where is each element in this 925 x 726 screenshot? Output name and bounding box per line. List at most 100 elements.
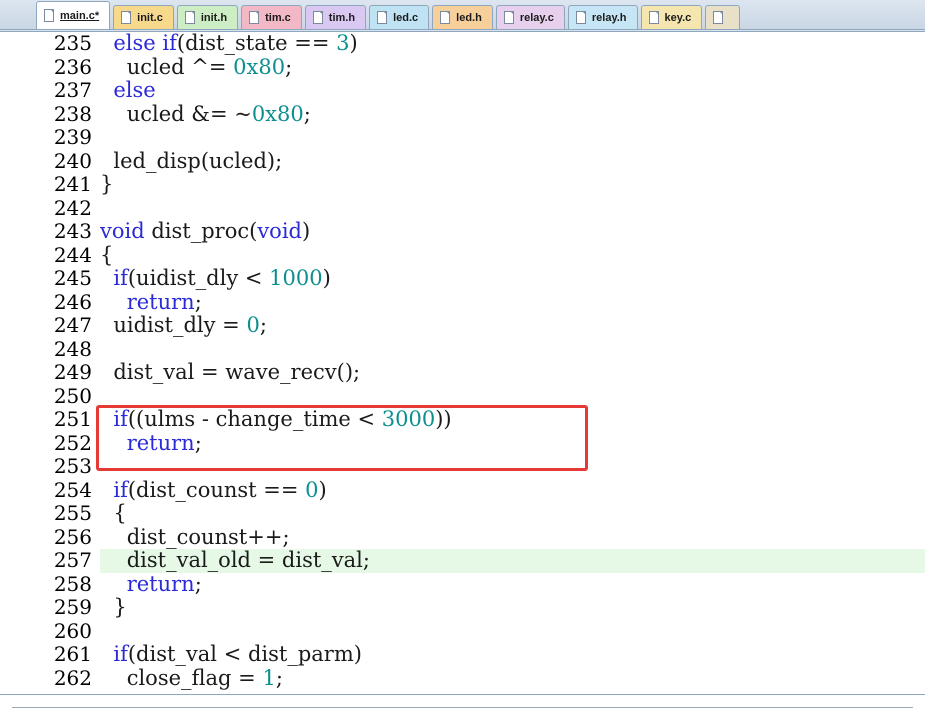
code-token: void	[257, 219, 302, 243]
file-icon	[44, 9, 54, 22]
code-line[interactable]: 253	[0, 454, 925, 479]
code-line[interactable]: 237 else	[0, 78, 925, 103]
line-number: 250	[53, 383, 92, 408]
code-token: {	[100, 501, 127, 525]
line-number: 258	[53, 571, 92, 596]
code-line[interactable]: 256 dist_counst++;	[0, 525, 925, 550]
code-editor[interactable]: 235 else if(dist_state == 3) 236 ucled ^=…	[0, 31, 925, 695]
file-icon	[312, 11, 323, 24]
tab-relay-h[interactable]: relay.h	[567, 5, 638, 29]
code-line[interactable]: 259 }	[0, 595, 925, 620]
code-token: led_disp(ucled);	[100, 148, 283, 173]
code-token: )	[322, 266, 331, 290]
code-text: led_disp(ucled);	[100, 148, 925, 174]
code-line[interactable]: 258 return;	[0, 571, 925, 597]
code-token: )	[349, 31, 358, 55]
file-icon	[377, 11, 388, 24]
code-line[interactable]: 235 else if(dist_state == 3)	[0, 32, 925, 56]
code-text: if(dist_val < dist_parm)	[100, 642, 925, 667]
code-line[interactable]: 262 close_flag = 1;	[0, 665, 925, 691]
line-number: 260	[53, 618, 92, 643]
tab-tim-c[interactable]: tim.c	[241, 5, 302, 29]
code-line[interactable]: 249 dist_val = wave_recv();	[0, 360, 925, 385]
code-text: dist_val = wave_recv();	[100, 360, 925, 385]
line-number: 257	[53, 548, 92, 572]
code-line[interactable]: 238 ucled &= ~0x80;	[0, 101, 925, 127]
code-line[interactable]: 252 return;	[0, 430, 925, 456]
code-line[interactable]: 254 if(dist_counst == 0)	[0, 477, 925, 503]
code-token: (dist_state ==	[176, 31, 337, 55]
code-token: return	[126, 430, 195, 455]
code-line[interactable]: 244 {	[0, 242, 925, 268]
tab-led-h[interactable]: led.h	[432, 5, 493, 29]
code-line[interactable]: 236 ucled ^= 0x80;	[0, 54, 925, 80]
code-line[interactable]: 250	[0, 383, 925, 409]
code-token: {	[100, 242, 114, 267]
code-token: else	[113, 31, 156, 55]
code-token: 1	[262, 665, 276, 690]
code-text: dist_counst++;	[100, 525, 925, 550]
tab-led-c[interactable]: led.c	[369, 5, 430, 29]
code-line[interactable]: 261 if(dist_val < dist_parm)	[0, 642, 925, 667]
code-line[interactable]: 247 uidist_dly = 0;	[0, 313, 925, 338]
code-line[interactable]: 240 led_disp(ucled);	[0, 148, 925, 174]
line-number: 255	[53, 501, 92, 525]
tab-tim-h[interactable]: tim.h	[304, 5, 367, 29]
line-number: 237	[53, 78, 92, 102]
code-token: ;	[259, 313, 267, 337]
code-token: ;	[303, 101, 311, 126]
code-text: if((ulms - change_time < 3000))	[100, 407, 925, 432]
code-text: ucled ^= 0x80;	[100, 54, 925, 80]
tab-key-c[interactable]: key.c	[640, 5, 703, 29]
tab-main-c[interactable]: main.c*	[36, 1, 111, 29]
code-token: ucled &= ~	[100, 101, 252, 126]
tab-more[interactable]	[705, 5, 741, 29]
file-icon	[575, 11, 586, 24]
line-number: 246	[53, 289, 92, 314]
code-line[interactable]: 241}	[0, 172, 925, 197]
code-token: 3	[336, 31, 350, 55]
code-token: 0x80	[233, 54, 286, 79]
code-line[interactable]: 257 dist_val_old = dist_val;	[0, 548, 925, 573]
code-line[interactable]: 260	[0, 618, 925, 644]
code-line[interactable]: 246 return;	[0, 289, 925, 315]
tab-label: init.c	[137, 11, 163, 24]
code-line[interactable]: 251 if((ulms - change_time < 3000))	[0, 407, 925, 432]
code-text: if(uidist_dly < 1000)	[100, 266, 925, 291]
tab-relay-c[interactable]: relay.c	[495, 5, 565, 29]
code-token: dist_val_old = dist_val;	[100, 548, 370, 572]
tab-init-c[interactable]: init.c	[113, 5, 174, 29]
line-number: 259	[53, 595, 92, 619]
code-line[interactable]: 242	[0, 195, 925, 221]
code-token: (dist_val < dist_parm)	[127, 642, 362, 666]
file-icon	[121, 11, 132, 24]
code-line[interactable]: 239	[0, 125, 925, 150]
code-line[interactable]: 248	[0, 337, 925, 362]
code-line[interactable]: 245 if(uidist_dly < 1000)	[0, 266, 925, 291]
code-token: )	[318, 477, 327, 502]
code-token: if	[113, 642, 128, 666]
code-token: if	[162, 31, 177, 55]
line-number: 247	[53, 313, 92, 337]
code-line[interactable]: 243 void dist_proc(void)	[0, 219, 925, 244]
horizontal-scrollbar[interactable]	[12, 707, 913, 708]
code-text: return;	[100, 430, 925, 456]
line-number: 240	[53, 148, 92, 173]
line-number: 252	[53, 430, 92, 455]
code-token: if	[113, 266, 128, 290]
file-icon	[249, 11, 260, 24]
file-icon	[503, 11, 514, 24]
tab-init-h[interactable]: init.h	[176, 5, 239, 29]
line-number: 235	[53, 31, 92, 55]
code-line[interactable]: 255 {	[0, 501, 925, 526]
line-number: 242	[53, 195, 92, 220]
code-text: void dist_proc(void)	[100, 219, 925, 244]
code-token: void	[100, 219, 145, 243]
